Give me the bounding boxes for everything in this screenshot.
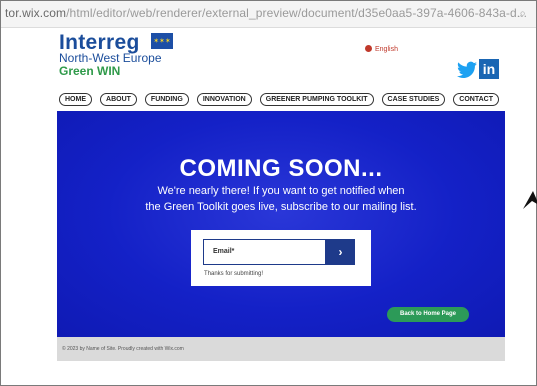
interreg-logo[interactable]: Interreg ✶✶✶ North-West Europe Green WIN <box>59 31 189 79</box>
twitter-icon[interactable] <box>457 61 477 79</box>
logo-project-name: Green WIN <box>59 64 121 78</box>
mouse-cursor-icon <box>523 191 537 209</box>
submit-button[interactable]: › <box>326 239 355 265</box>
email-label: Email* <box>213 248 235 255</box>
footer-text: © 2023 by Name of Site. Proudly created … <box>62 346 184 352</box>
hero-line-1: We're nearly there! If you want to get n… <box>157 185 405 197</box>
submit-confirmation: Thanks for submitting! <box>204 271 264 277</box>
eu-flag-icon: ✶✶✶ <box>151 33 173 49</box>
hero-section: COMING SOON... We're nearly there! If yo… <box>57 111 505 337</box>
hero-line-2: the Green Toolkit goes live, subscribe t… <box>145 201 417 213</box>
browser-window: tor.wix.com/html/editor/web/renderer/ext… <box>0 0 537 386</box>
language-label: English <box>375 46 398 53</box>
footer: © 2023 by Name of Site. Proudly created … <box>57 337 505 361</box>
hero-title: COMING SOON... <box>179 155 383 182</box>
nav-funding[interactable]: FUNDING <box>144 92 189 106</box>
search-icon[interactable]: ⌕ <box>519 6 526 21</box>
nav-innovation[interactable]: INNOVATION <box>196 92 252 106</box>
hero-description: We're nearly there! If you want to get n… <box>117 183 445 215</box>
url-text[interactable]: tor.wix.com/html/editor/web/renderer/ext… <box>5 6 527 20</box>
back-to-home-button[interactable]: Back to Home Page <box>387 307 469 322</box>
language-selector[interactable]: English <box>365 45 398 53</box>
logo-subtitle: North-West Europe <box>59 51 162 65</box>
nav-greener-pumping-toolkit[interactable]: GREENER PUMPING TOOLKIT <box>259 92 374 106</box>
nav-contact[interactable]: CONTACT <box>453 92 499 106</box>
linkedin-icon[interactable]: in <box>479 59 499 79</box>
globe-icon <box>365 45 372 52</box>
subscribe-form: Email* › Thanks for submitting! <box>191 230 371 286</box>
nav-home[interactable]: HOME <box>59 92 92 106</box>
main-nav: HOME ABOUT FUNDING INNOVATION GREENER PU… <box>59 91 499 107</box>
chevron-right-icon: › <box>338 245 343 259</box>
address-bar[interactable]: tor.wix.com/html/editor/web/renderer/ext… <box>1 1 536 28</box>
email-field[interactable]: Email* <box>203 239 326 265</box>
nav-case-studies[interactable]: CASE STUDIES <box>381 92 446 106</box>
nav-about[interactable]: ABOUT <box>100 92 137 106</box>
